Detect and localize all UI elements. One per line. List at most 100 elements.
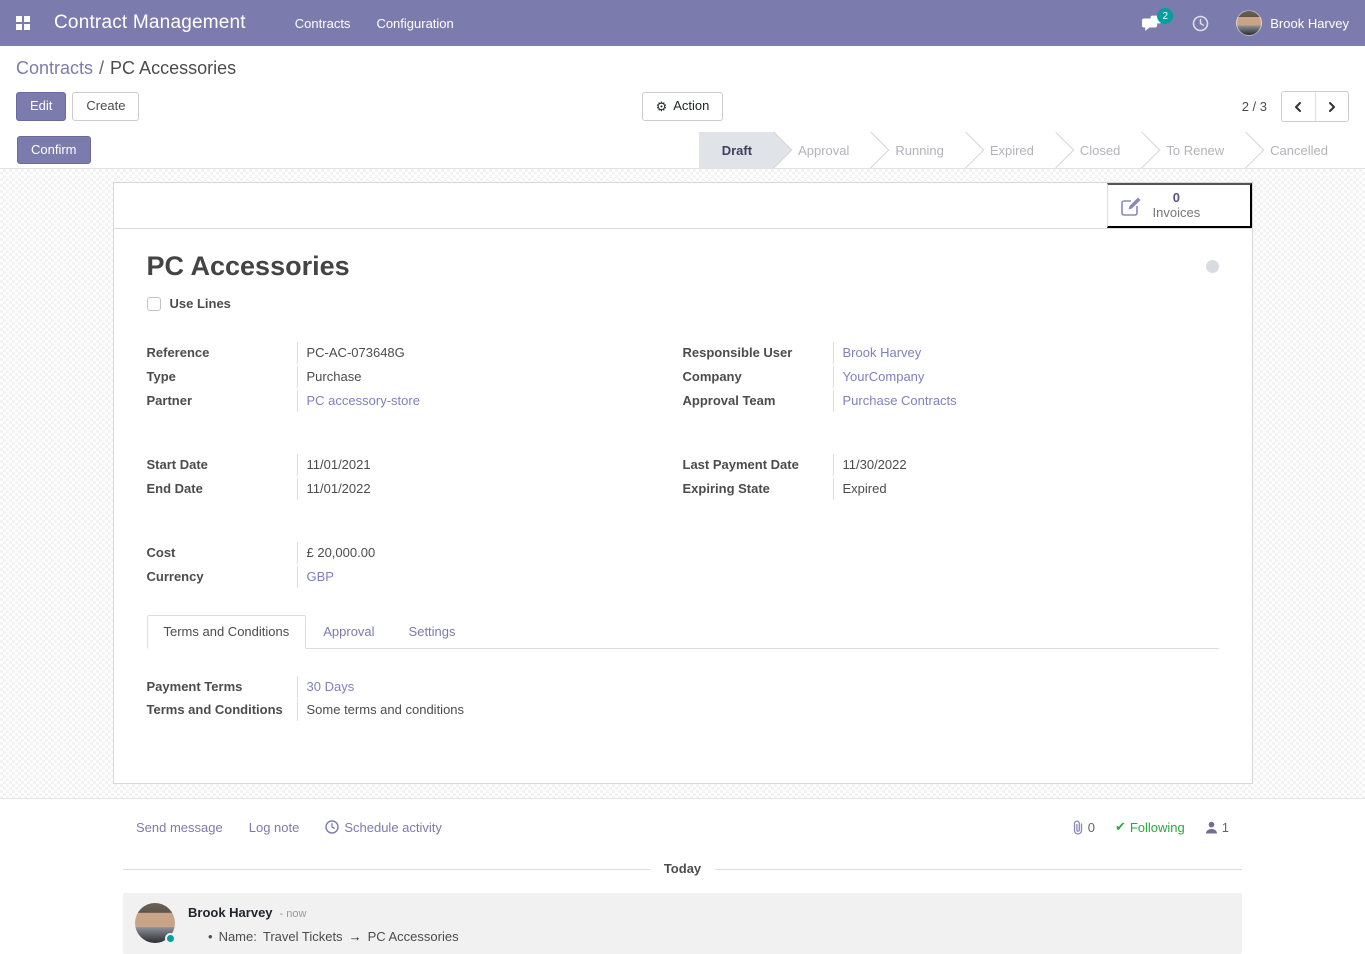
- bullet-icon: •: [208, 929, 213, 944]
- confirm-button[interactable]: Confirm: [17, 136, 91, 164]
- field-row-currency: Currency GBP: [147, 565, 635, 589]
- date-divider: Today: [123, 861, 1242, 877]
- pager-next-button[interactable]: [1315, 92, 1348, 121]
- tracking-new-value: PC Accessories: [368, 929, 459, 944]
- start-date-value: 11/01/2021: [298, 454, 371, 476]
- use-lines-label: Use Lines: [170, 296, 231, 311]
- followers-button[interactable]: 1: [1205, 820, 1229, 835]
- record-title: PC Accessories: [147, 251, 350, 282]
- payment-terms-label: Payment Terms: [147, 676, 298, 698]
- form-view-background: 0 Invoices PC Accessories Use Lines: [0, 169, 1365, 798]
- kanban-state-dot[interactable]: [1206, 260, 1219, 273]
- tracking-change-line: • Name: Travel Tickets → PC Accessories: [188, 929, 459, 944]
- field-row-start-date: Start Date 11/01/2021: [147, 453, 635, 477]
- user-name: Brook Harvey: [1270, 16, 1349, 31]
- invoices-count: 0: [1153, 191, 1201, 206]
- message-author-name[interactable]: Brook Harvey: [188, 905, 273, 920]
- schedule-activity-button[interactable]: Schedule activity: [325, 820, 442, 835]
- message-timestamp: - now: [280, 908, 307, 920]
- person-icon: [1205, 821, 1218, 834]
- currency-label: Currency: [147, 566, 298, 588]
- field-row-expiring-state: Expiring State Expired: [683, 477, 1219, 501]
- menu-contracts[interactable]: Contracts: [282, 0, 364, 46]
- breadcrumb-contracts-link[interactable]: Contracts: [16, 58, 93, 78]
- messages-count-badge: 2: [1157, 8, 1173, 24]
- pager-previous-button[interactable]: [1282, 92, 1315, 121]
- menu-configuration[interactable]: Configuration: [363, 0, 466, 46]
- tab-terms-and-conditions[interactable]: Terms and Conditions: [147, 615, 307, 649]
- last-payment-date-value: 11/30/2022: [834, 454, 907, 476]
- schedule-activity-label: Schedule activity: [344, 820, 442, 835]
- check-icon: ✔: [1115, 819, 1126, 835]
- currency-link[interactable]: GBP: [307, 569, 334, 584]
- send-message-button[interactable]: Send message: [136, 820, 223, 835]
- pager-counter: 2 / 3: [1242, 99, 1267, 114]
- use-lines-checkbox[interactable]: [147, 297, 161, 311]
- company-label: Company: [683, 366, 834, 388]
- approval-team-label: Approval Team: [683, 390, 834, 412]
- action-button[interactable]: ⚙ Action: [642, 92, 724, 120]
- tab-content-terms: Payment Terms 30 Days Terms and Conditio…: [147, 675, 1219, 723]
- chevron-right-icon: [1327, 101, 1337, 113]
- terms-label: Terms and Conditions: [147, 699, 298, 721]
- field-row-type: Type Purchase: [147, 365, 635, 389]
- schedule-clock-icon: [325, 820, 339, 834]
- apps-menu-button[interactable]: [0, 0, 46, 46]
- field-row-end-date: End Date 11/01/2022: [147, 477, 635, 501]
- company-link[interactable]: YourCompany: [843, 369, 925, 384]
- approval-team-link[interactable]: Purchase Contracts: [843, 393, 957, 408]
- type-value: Purchase: [298, 366, 362, 388]
- edit-button[interactable]: Edit: [16, 92, 66, 120]
- field-row-last-payment-date: Last Payment Date 11/30/2022: [683, 453, 1219, 477]
- last-payment-date-label: Last Payment Date: [683, 454, 834, 476]
- responsible-user-label: Responsible User: [683, 342, 834, 364]
- control-panel: Contracts/PC Accessories Edit Create ⚙ A…: [0, 46, 1365, 132]
- payment-terms-link[interactable]: 30 Days: [307, 679, 355, 694]
- reference-label: Reference: [147, 342, 298, 364]
- chatter: Send message Log note Schedule activity: [0, 798, 1365, 954]
- partner-label: Partner: [147, 390, 298, 412]
- gear-icon: ⚙: [656, 100, 668, 113]
- messages-menu-button[interactable]: 2: [1131, 0, 1175, 46]
- field-row-terms: Terms and Conditions Some terms and cond…: [147, 699, 683, 723]
- user-avatar: [1236, 10, 1262, 36]
- partner-link[interactable]: PC accessory-store: [307, 393, 420, 408]
- invoices-stat-button[interactable]: 0 Invoices: [1107, 183, 1252, 228]
- status-step-draft[interactable]: Draft: [699, 132, 775, 168]
- field-row-approval-team: Approval Team Purchase Contracts: [683, 389, 1219, 413]
- apps-grid-icon: [16, 16, 30, 30]
- cost-label: Cost: [147, 542, 298, 564]
- log-note-button[interactable]: Log note: [249, 820, 300, 835]
- contract-management-app: Contract Management Contracts Configurat…: [0, 0, 1365, 954]
- tab-approval[interactable]: Approval: [306, 615, 391, 649]
- field-row-responsible-user: Responsible User Brook Harvey: [683, 341, 1219, 365]
- invoices-label: Invoices: [1153, 206, 1201, 221]
- end-date-value: 11/01/2022: [298, 478, 371, 500]
- reference-value: PC-AC-073648G: [298, 342, 405, 364]
- form-statusbar: Confirm Draft Approval Running Expired C…: [0, 132, 1365, 169]
- app-title[interactable]: Contract Management: [54, 12, 246, 34]
- breadcrumb-current: PC Accessories: [110, 58, 236, 78]
- form-sheet: 0 Invoices PC Accessories Use Lines: [113, 182, 1253, 784]
- expiring-state-value: Expired: [834, 478, 887, 500]
- user-menu[interactable]: Brook Harvey: [1226, 0, 1353, 46]
- field-row-partner: Partner PC accessory-store: [147, 389, 635, 413]
- create-button[interactable]: Create: [72, 92, 139, 120]
- date-divider-label: Today: [650, 861, 715, 876]
- status-steps: Draft Approval Running Expired Closed To…: [699, 132, 1351, 168]
- responsible-user-link[interactable]: Brook Harvey: [843, 345, 922, 360]
- pencil-edit-icon: [1118, 193, 1144, 219]
- top-navbar: Contract Management Contracts Configurat…: [0, 0, 1365, 46]
- cost-value: £ 20,000.00: [298, 542, 376, 564]
- button-box: 0 Invoices: [114, 183, 1252, 229]
- followers-count: 1: [1222, 820, 1229, 835]
- attachments-button[interactable]: 0: [1072, 820, 1095, 835]
- tab-settings[interactable]: Settings: [392, 615, 473, 649]
- notebook-tabs: Terms and Conditions Approval Settings: [147, 615, 1219, 649]
- tracking-field-label: Name:: [219, 929, 257, 944]
- expiring-state-label: Expiring State: [683, 478, 834, 500]
- activities-menu-button[interactable]: [1181, 0, 1220, 46]
- end-date-label: End Date: [147, 478, 298, 500]
- tracking-old-value: Travel Tickets: [263, 929, 343, 944]
- following-button[interactable]: ✔ Following: [1115, 819, 1185, 835]
